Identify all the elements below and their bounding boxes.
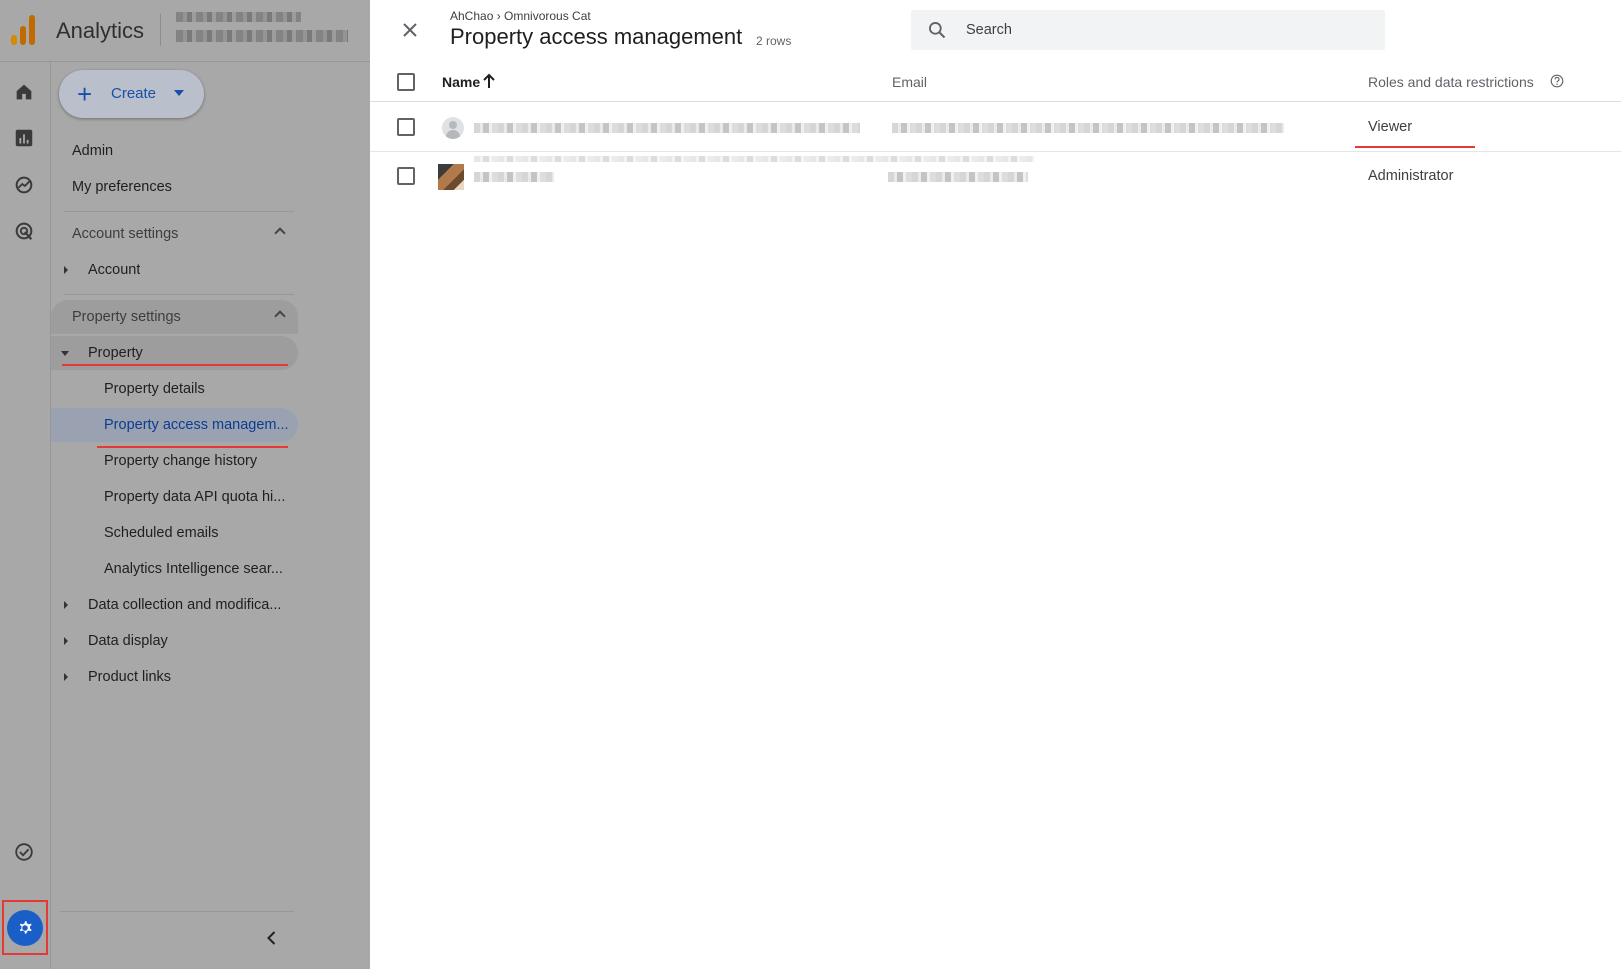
admin-settings-button[interactable]: [2, 900, 48, 955]
section-property-settings[interactable]: Property settings: [51, 300, 298, 334]
nav-property-label: Property: [88, 345, 143, 361]
avatar: [438, 164, 464, 190]
access-management-drawer: AhChao › Omnivorous Cat Property access …: [370, 0, 1621, 969]
page-title: Property access management: [450, 24, 743, 49]
nav-analytics-intelligence[interactable]: Analytics Intelligence sear...: [51, 552, 298, 586]
role-value[interactable]: Viewer: [1368, 119, 1412, 135]
role-value[interactable]: Administrator: [1368, 168, 1453, 184]
nav-property-change-history[interactable]: Property change history: [51, 444, 298, 478]
column-header-email[interactable]: Email: [892, 74, 927, 90]
top-divider: [160, 14, 161, 46]
nav-data-collection[interactable]: Data collection and modifica...: [51, 588, 298, 622]
nav-bottom-divider: [60, 911, 294, 912]
expand-arrow-icon: [64, 673, 68, 681]
search-placeholder: Search: [966, 22, 1012, 38]
nav-property-details[interactable]: Property details: [51, 372, 298, 406]
nav-my-preferences-label: My preferences: [72, 179, 172, 195]
create-label: Create: [111, 85, 157, 102]
nav-my-preferences[interactable]: My preferences: [51, 170, 298, 204]
row-checkbox[interactable]: [397, 118, 415, 136]
highlight-underline-property: [62, 364, 288, 366]
nav-account-label: Account: [88, 262, 141, 278]
highlight-underline-viewer: [1355, 146, 1475, 148]
nav-property-data-api-quota-label: Property data API quota hi...: [104, 489, 286, 505]
settings-gear-icon: [7, 909, 43, 946]
reports-icon[interactable]: [12, 126, 36, 150]
checklist-icon[interactable]: [12, 840, 36, 864]
sort-ascending-icon[interactable]: [482, 73, 496, 89]
nav-admin[interactable]: Admin: [51, 134, 298, 168]
table-row[interactable]: Viewer: [370, 103, 1621, 152]
search-icon: [929, 22, 946, 39]
expand-arrow-icon: [64, 601, 68, 609]
column-header-roles[interactable]: Roles and data restrictions: [1368, 74, 1534, 90]
caret-down-icon[interactable]: [174, 90, 184, 96]
close-icon[interactable]: [398, 18, 422, 42]
nav-scheduled-emails[interactable]: Scheduled emails: [51, 516, 298, 550]
nav-divider: [64, 294, 294, 295]
nav-scheduled-emails-label: Scheduled emails: [104, 525, 219, 541]
account-name-redacted[interactable]: [176, 12, 301, 22]
explore-icon[interactable]: [12, 173, 36, 197]
expand-arrow-icon: [64, 266, 68, 274]
app-name: Analytics: [56, 18, 145, 43]
user-email-redacted: [892, 123, 1284, 133]
property-name-redacted[interactable]: [176, 30, 348, 42]
nav-property-access-management[interactable]: Property access managem...: [51, 408, 298, 442]
section-account-settings[interactable]: Account settings: [51, 217, 298, 251]
row-checkbox[interactable]: [397, 167, 415, 185]
nav-data-display-label: Data display: [88, 633, 168, 649]
help-circle-icon[interactable]: [1550, 74, 1564, 88]
collapse-nav-icon[interactable]: [262, 928, 282, 948]
analytics-logo-icon[interactable]: [11, 15, 37, 45]
nav-analytics-intelligence-label: Analytics Intelligence sear...: [104, 561, 283, 577]
nav-property-access-management-label: Property access managem...: [104, 417, 289, 433]
nav-divider: [64, 211, 294, 212]
nav-account[interactable]: Account: [51, 253, 298, 287]
nav-property-data-api-quota[interactable]: Property data API quota hi...: [51, 480, 298, 514]
nav-property-change-history-label: Property change history: [104, 453, 258, 469]
column-header-name-label: Name: [442, 74, 481, 90]
chevron-up-icon: [274, 227, 286, 239]
select-all-checkbox[interactable]: [397, 73, 415, 91]
nav-admin-label: Admin: [72, 143, 114, 159]
create-button[interactable]: + Create: [59, 70, 204, 118]
nav-data-collection-label: Data collection and modifica...: [88, 597, 282, 613]
user-name-redacted: [474, 123, 860, 133]
table-row[interactable]: Administrator: [370, 152, 1621, 201]
nav-product-links[interactable]: Product links: [51, 660, 298, 694]
table-header: Name Email Roles and data restrictions: [370, 62, 1621, 102]
search-input[interactable]: Search: [911, 10, 1385, 50]
plus-icon: +: [77, 79, 93, 109]
advertising-icon[interactable]: [12, 219, 36, 243]
app-shell: Analytics + Create Admin My preferences …: [0, 0, 370, 969]
top-bar: Analytics: [0, 0, 370, 62]
collapse-arrow-icon: [61, 351, 69, 356]
nav-property-details-label: Property details: [104, 381, 205, 397]
avatar-icon: [442, 117, 464, 139]
section-property-settings-label: Property settings: [72, 309, 181, 325]
row-redacted-overlay: [474, 156, 1034, 162]
highlight-underline-access-management: [97, 446, 288, 448]
expand-arrow-icon: [64, 637, 68, 645]
breadcrumb[interactable]: AhChao › Omnivorous Cat: [450, 9, 591, 23]
column-header-name[interactable]: Name: [442, 74, 480, 90]
nav-rail: [0, 62, 51, 969]
nav-data-display[interactable]: Data display: [51, 624, 298, 658]
section-account-settings-label: Account settings: [72, 226, 179, 242]
row-count: 2 rows: [756, 34, 792, 48]
user-email-redacted: [888, 172, 1028, 182]
nav-product-links-label: Product links: [88, 669, 172, 685]
home-icon[interactable]: [12, 80, 36, 104]
user-name-redacted: [474, 172, 554, 182]
chevron-up-icon: [274, 310, 286, 322]
